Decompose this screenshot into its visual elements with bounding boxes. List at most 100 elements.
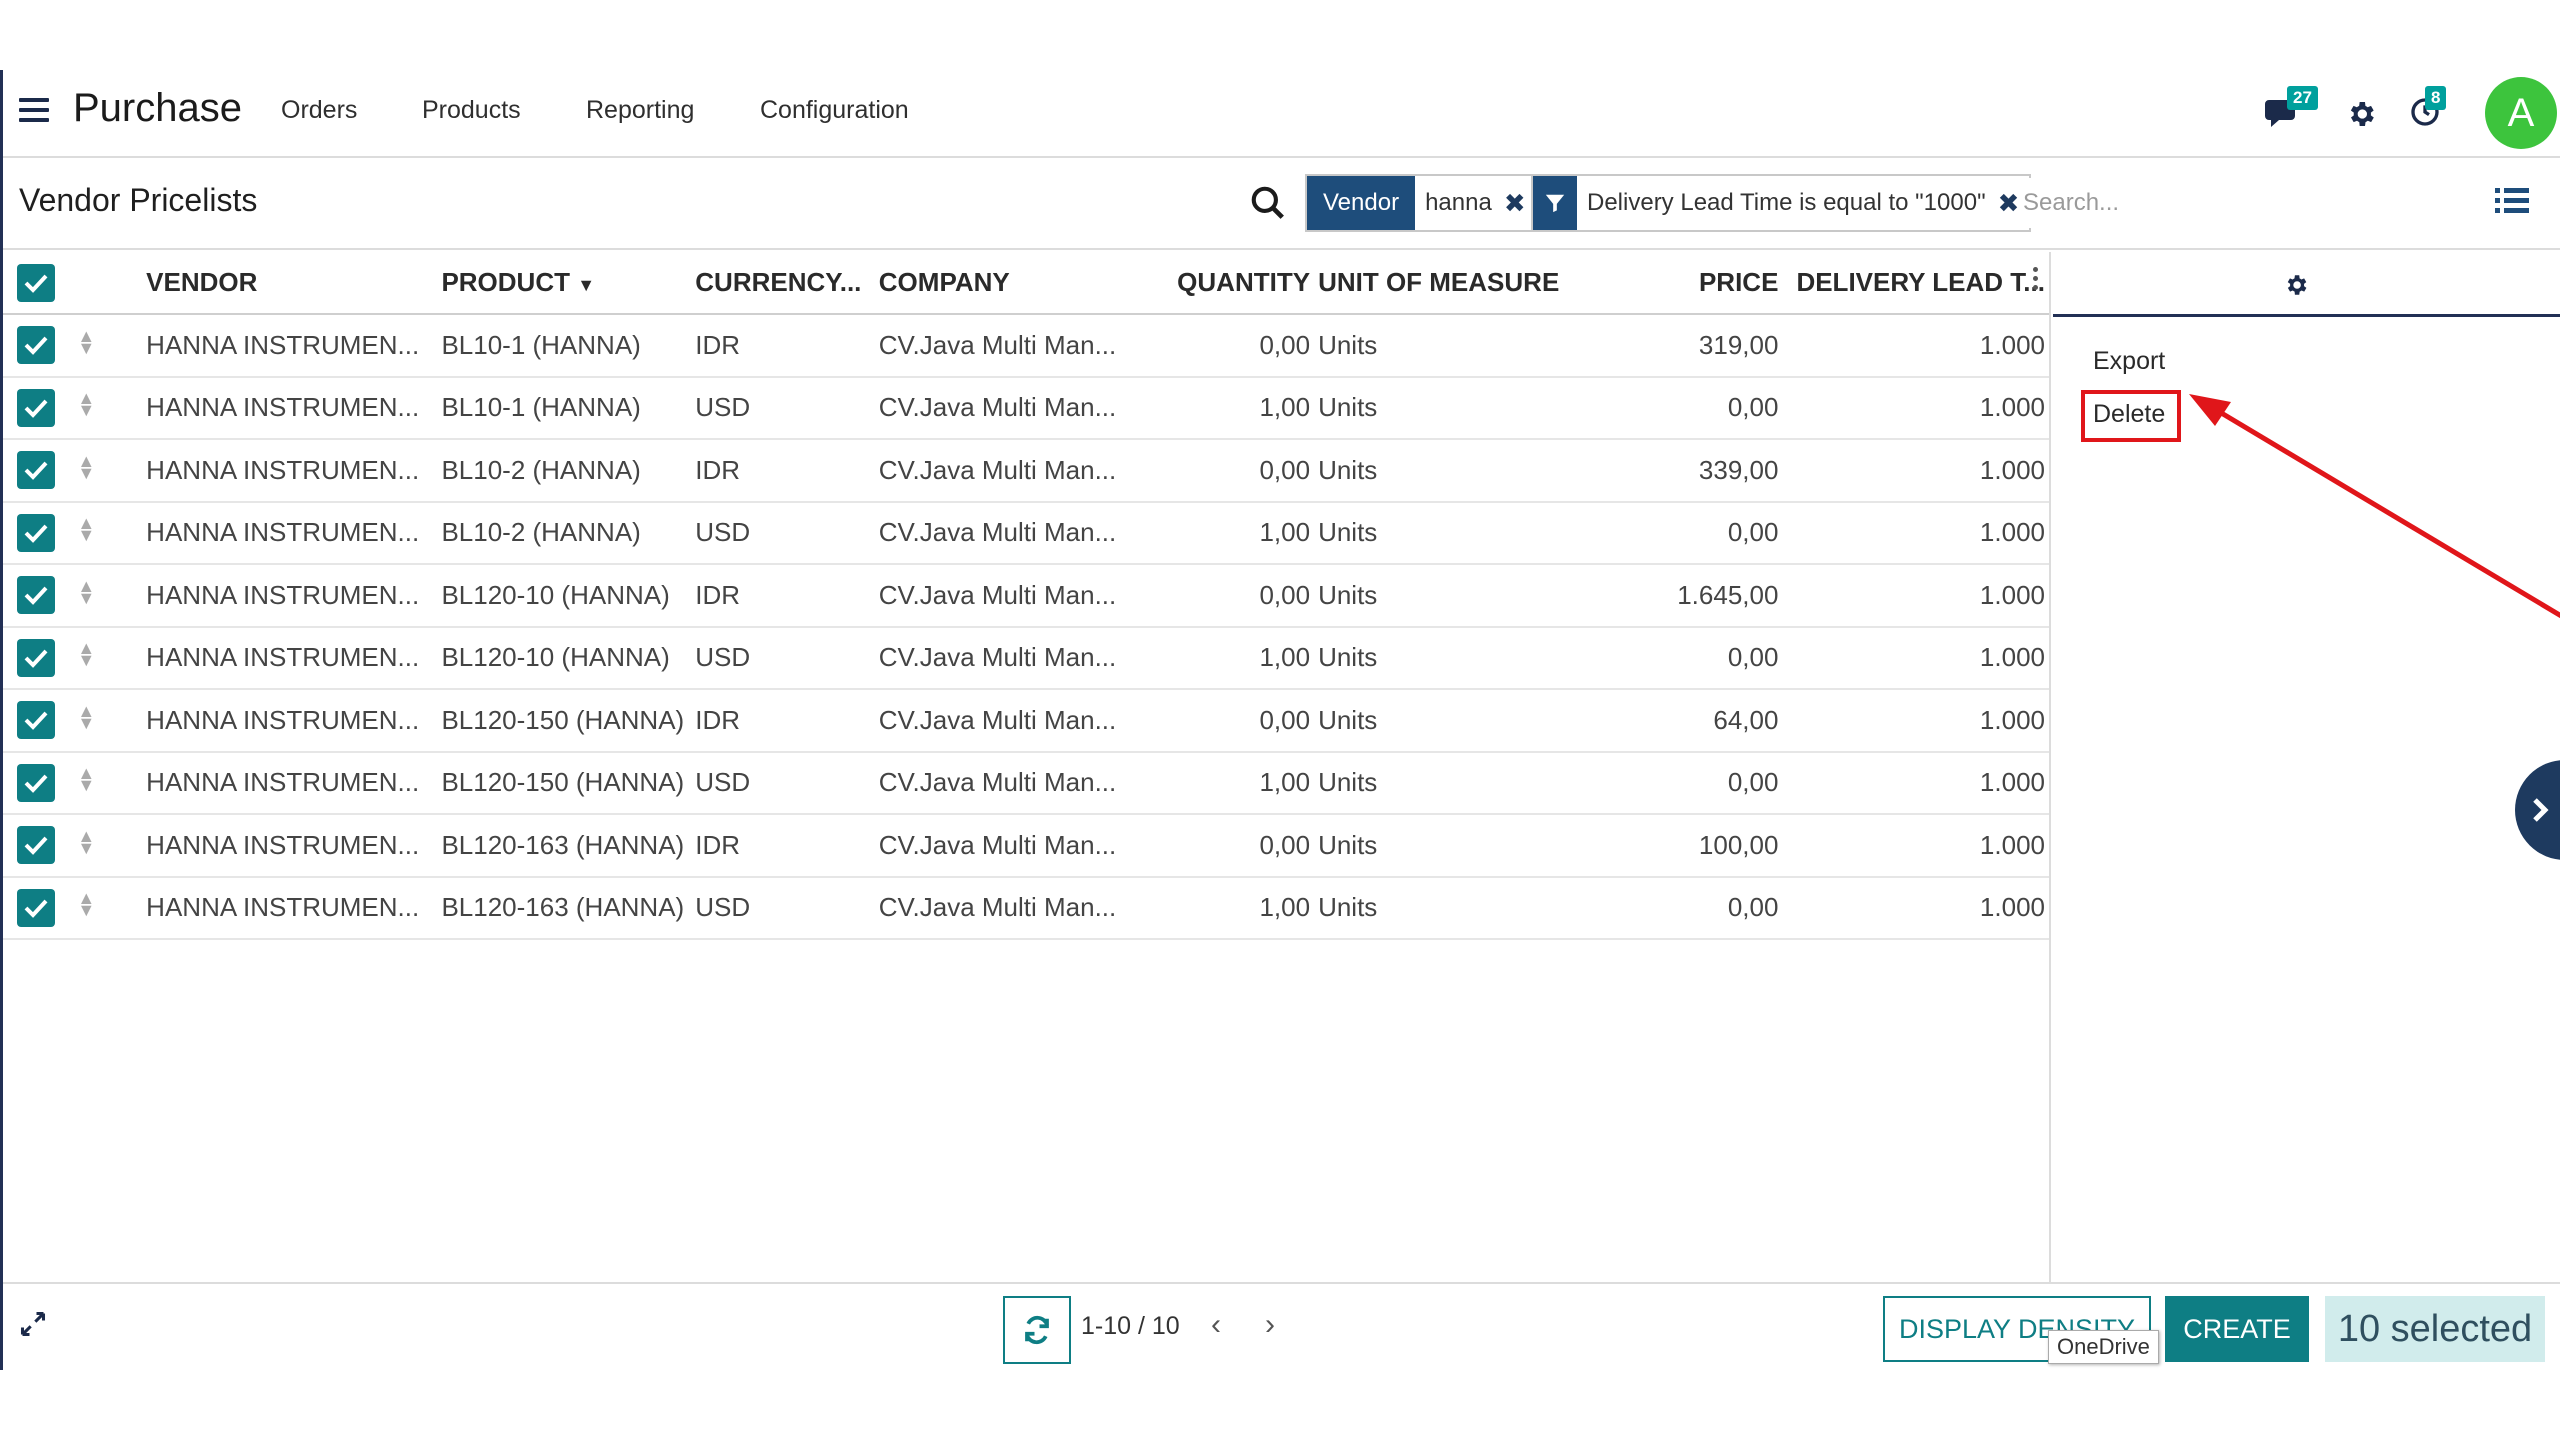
row-checkbox[interactable] xyxy=(3,439,73,503)
side-panel-toggle[interactable] xyxy=(2515,760,2560,860)
sort-handle-icon[interactable]: ▲ ▼ xyxy=(76,639,96,669)
optional-columns-icon[interactable] xyxy=(2033,267,2041,297)
sort-handle-icon[interactable]: ▲ ▼ xyxy=(76,577,96,607)
check-icon[interactable] xyxy=(17,888,55,927)
check-icon[interactable] xyxy=(17,638,55,677)
facet-filter[interactable]: Delivery Lead Time is equal to "1000" ✖ xyxy=(1531,174,2032,232)
expand-icon[interactable] xyxy=(19,1310,47,1338)
check-icon[interactable] xyxy=(17,263,55,302)
remove-facet-icon[interactable]: ✖ xyxy=(1504,176,1526,230)
table-row[interactable]: ▲ ▼ HANNA INSTRUMEN... BL10-1 (HANNA) IDR CV.… xyxy=(3,314,2049,378)
app-title: Purchase xyxy=(73,86,242,130)
column-header-delivery-lead[interactable]: DELIVERY LEAD T... xyxy=(1782,252,2049,315)
cell-product: BL10-1 (HANNA) xyxy=(437,314,692,378)
row-drag-handle[interactable]: ▲ ▼ xyxy=(72,439,143,503)
create-button[interactable]: CREATE xyxy=(2165,1296,2309,1362)
cell-price: 64,00 xyxy=(1611,689,1783,753)
cell-product: BL10-2 (HANNA) xyxy=(437,439,692,503)
gear-icon[interactable] xyxy=(2283,272,2309,298)
cell-vendor: HANNA INSTRUMEN... xyxy=(142,751,438,815)
table-row[interactable]: ▲ ▼ HANNA INSTRUMEN... BL120-163 (HANNA) IDR… xyxy=(3,814,2049,878)
cell-company: CV.Java Multi Man... xyxy=(874,814,1135,878)
action-delete[interactable]: Delete xyxy=(2093,400,2165,429)
onedrive-tooltip: OneDrive xyxy=(2048,1330,2159,1364)
column-header-vendor[interactable]: VENDOR xyxy=(142,252,438,315)
cell-delivery-lead: 1.000 xyxy=(1782,376,2049,440)
row-drag-handle[interactable]: ▲ ▼ xyxy=(72,876,143,940)
table-row[interactable]: ▲ ▼ HANNA INSTRUMEN... BL120-10 (HANNA) IDR C… xyxy=(3,564,2049,628)
column-header-uom[interactable]: UNIT OF MEASURE xyxy=(1314,252,1612,315)
row-drag-handle[interactable]: ▲ ▼ xyxy=(72,501,143,565)
table-row[interactable]: ▲ ▼ HANNA INSTRUMEN... BL10-2 (HANNA) IDR CV.… xyxy=(3,439,2049,503)
row-checkbox[interactable] xyxy=(3,376,73,440)
check-icon[interactable] xyxy=(17,451,55,490)
action-export[interactable]: Export xyxy=(2093,347,2165,376)
search-input[interactable] xyxy=(2023,178,2443,228)
row-drag-handle[interactable]: ▲ ▼ xyxy=(72,564,143,628)
gear-icon[interactable] xyxy=(2345,98,2379,132)
menu-hamburger-icon[interactable] xyxy=(19,98,49,124)
column-header-quantity[interactable]: QUANTITY xyxy=(1134,252,1315,315)
pager-previous-icon[interactable]: ‹ xyxy=(1211,1308,1221,1342)
pager-value[interactable]: 1-10 / 10 xyxy=(1081,1312,1180,1341)
sort-handle-icon[interactable]: ▲ ▼ xyxy=(76,827,96,857)
row-checkbox[interactable] xyxy=(3,876,73,940)
nav-item-reporting[interactable]: Reporting xyxy=(586,96,694,125)
row-drag-handle[interactable]: ▲ ▼ xyxy=(72,751,143,815)
list-view-icon[interactable] xyxy=(2495,186,2531,222)
table-row[interactable]: ▲ ▼ HANNA INSTRUMEN... BL120-163 (HANNA) USD… xyxy=(3,876,2049,940)
table-row[interactable]: ▲ ▼ HANNA INSTRUMEN... BL120-10 (HANNA) USD C… xyxy=(3,626,2049,690)
sort-handle-icon[interactable]: ▲ ▼ xyxy=(76,327,96,357)
row-drag-handle[interactable]: ▲ ▼ xyxy=(72,376,143,440)
facet-vendor[interactable]: Vendor hanna ✖ xyxy=(1305,174,1538,232)
check-icon[interactable] xyxy=(17,326,55,365)
nav-item-products[interactable]: Products xyxy=(422,96,521,125)
check-icon[interactable] xyxy=(17,513,55,552)
check-icon[interactable] xyxy=(17,388,55,427)
row-checkbox[interactable] xyxy=(3,501,73,565)
sort-handle-icon[interactable]: ▲ ▼ xyxy=(76,389,96,419)
table-row[interactable]: ▲ ▼ HANNA INSTRUMEN... BL120-150 (HANNA) IDR… xyxy=(3,689,2049,753)
row-drag-handle[interactable]: ▲ ▼ xyxy=(72,314,143,378)
row-checkbox[interactable] xyxy=(3,751,73,815)
row-checkbox[interactable] xyxy=(3,314,73,378)
row-drag-handle[interactable]: ▲ ▼ xyxy=(72,814,143,878)
check-icon[interactable] xyxy=(17,826,55,865)
refresh-button[interactable] xyxy=(1003,1296,1071,1364)
search-icon[interactable] xyxy=(1249,184,1289,224)
row-checkbox[interactable] xyxy=(3,626,73,690)
column-header-price[interactable]: PRICE xyxy=(1611,252,1783,315)
row-drag-handle[interactable]: ▲ ▼ xyxy=(72,689,143,753)
cell-quantity: 0,00 xyxy=(1134,564,1315,628)
table-header-row: VENDOR PRODUCT ▼ CURRENCY... COMPANY QUA… xyxy=(3,252,2049,315)
sort-handle-icon[interactable]: ▲ ▼ xyxy=(76,452,96,482)
nav-item-orders[interactable]: Orders xyxy=(281,96,357,125)
sort-handle-icon[interactable]: ▲ ▼ xyxy=(76,889,96,919)
table-row[interactable]: ▲ ▼ HANNA INSTRUMEN... BL10-2 (HANNA) USD CV.… xyxy=(3,501,2049,565)
check-icon[interactable] xyxy=(17,763,55,802)
column-header-product[interactable]: PRODUCT ▼ xyxy=(437,252,692,315)
remove-facet-icon[interactable]: ✖ xyxy=(1998,176,2020,230)
cell-delivery-lead: 1.000 xyxy=(1782,564,2049,628)
row-checkbox[interactable] xyxy=(3,689,73,753)
cell-product: BL120-10 (HANNA) xyxy=(437,564,692,628)
check-icon[interactable] xyxy=(17,701,55,740)
row-checkbox[interactable] xyxy=(3,564,73,628)
sort-handle-icon[interactable]: ▲ ▼ xyxy=(76,702,96,732)
sort-handle-icon[interactable]: ▲ ▼ xyxy=(76,514,96,544)
nav-item-configuration[interactable]: Configuration xyxy=(760,96,909,125)
table-row[interactable]: ▲ ▼ HANNA INSTRUMEN... BL10-1 (HANNA) USD CV.… xyxy=(3,376,2049,440)
select-all-checkbox[interactable] xyxy=(3,252,73,315)
column-header-company[interactable]: COMPANY xyxy=(874,252,1135,315)
sort-handle-icon[interactable]: ▲ ▼ xyxy=(76,764,96,794)
row-checkbox[interactable] xyxy=(3,814,73,878)
cell-currency: IDR xyxy=(691,689,875,753)
pager-next-icon[interactable]: › xyxy=(1265,1308,1275,1342)
table-row[interactable]: ▲ ▼ HANNA INSTRUMEN... BL120-150 (HANNA) USD… xyxy=(3,751,2049,815)
cell-currency: USD xyxy=(691,376,875,440)
cell-quantity: 0,00 xyxy=(1134,439,1315,503)
check-icon[interactable] xyxy=(17,576,55,615)
row-drag-handle[interactable]: ▲ ▼ xyxy=(72,626,143,690)
column-header-currency[interactable]: CURRENCY... xyxy=(691,252,875,315)
user-avatar[interactable]: A xyxy=(2485,77,2557,149)
